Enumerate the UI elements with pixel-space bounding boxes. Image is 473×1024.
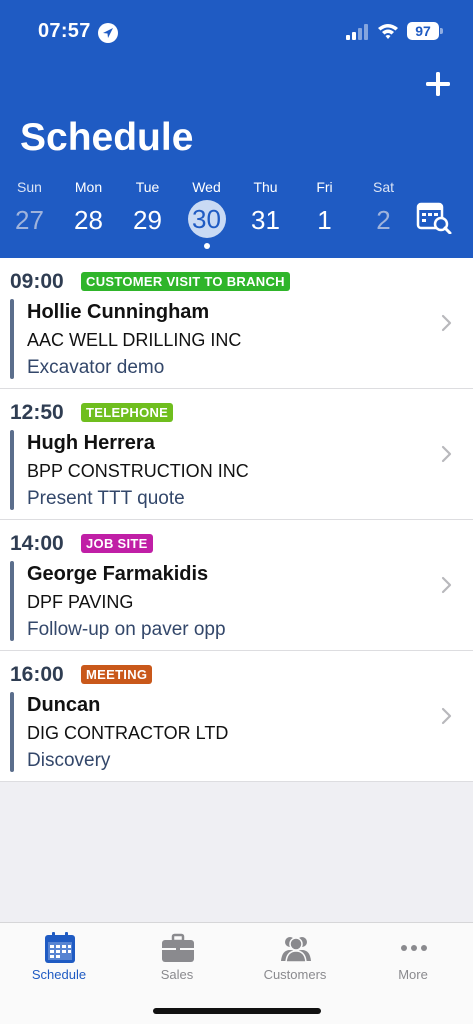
calendar-search-icon[interactable] [416,202,452,234]
tab-schedule[interactable]: Schedule [0,923,118,993]
status-time: 07:57 [38,20,91,42]
battery-nub [440,28,443,34]
appointment-bar [10,430,14,510]
appointment-contact: Duncan [27,694,101,716]
status-bar: 07:57 97 [0,0,473,64]
add-appointment-button[interactable] [420,66,456,102]
day-name: Sat [372,179,394,195]
appointment-list: 09:00 CUSTOMER VISIT TO BRANCH Hollie Cunn… [0,258,473,782]
location-arrow-icon [98,23,118,43]
appointment-item[interactable]: 12:50 TELEPHONE Hugh Herrera BPP CONSTRUCTI… [0,389,473,520]
appointment-contact: Hollie Cunningham [27,301,210,323]
tab-label: Sales [160,967,194,982]
chevron-right-icon [441,445,452,463]
day-name: Mon [74,179,103,195]
day-fri[interactable]: Fri 1 [295,176,354,258]
appointment-time: 12:50 [10,401,64,424]
appointment-item[interactable]: 16:00 MEETING Duncan DIG CONTRACTOR LTD Disc… [0,651,473,782]
appointment-time: 16:00 [10,663,64,686]
appointment-bar [10,692,14,772]
people-icon [281,937,311,963]
appointment-bar [10,561,14,641]
day-number: 27 [15,205,44,235]
appointment-type-badge: MEETING [81,665,153,684]
appointment-item[interactable]: 09:00 CUSTOMER VISIT TO BRANCH Hollie Cunn… [0,258,473,389]
appointment-contact: George Farmakidis [27,563,209,585]
tab-label: Customers [263,967,327,982]
day-name: Wed [192,179,221,195]
appointment-company: BPP CONSTRUCTION INC [27,461,249,481]
battery-level: 97 [407,22,439,40]
day-sun[interactable]: Sun 27 [0,176,59,258]
cellular-signal-icon [346,24,368,40]
tab-customers[interactable]: Customers [236,923,354,993]
appointment-time: 09:00 [10,270,64,293]
appointment-company: DIG CONTRACTOR LTD [27,723,229,743]
tab-label: More [398,967,428,982]
appointment-type-badge: TELEPHONE [81,403,174,422]
home-indicator [153,1008,321,1014]
chevron-right-icon [441,707,452,725]
chevron-right-icon [441,314,452,332]
tab-label: Schedule [31,967,87,982]
appointment-company: DPF PAVING [27,592,134,612]
appointment-note: Discovery [27,750,111,771]
day-name: Thu [253,179,278,195]
day-name: Tue [135,179,160,195]
day-number: 2 [376,205,391,235]
day-number: 28 [74,205,103,235]
appointment-note: Follow-up on paver opp [27,619,226,640]
day-name: Sun [17,179,42,195]
more-dots-icon [401,945,427,951]
appointment-contact: Hugh Herrera [27,432,155,454]
page-title: Schedule [20,116,194,159]
day-number: 29 [133,205,162,235]
appointment-note: Excavator demo [27,357,165,378]
chevron-right-icon [441,576,452,594]
appointment-note: Present TTT quote [27,488,185,509]
tab-sales[interactable]: Sales [118,923,236,993]
appointment-bar [10,299,14,379]
appointment-item[interactable]: 14:00 JOB SITE George Farmakidis DPF PAVING… [0,520,473,651]
day-thu[interactable]: Thu 31 [236,176,295,258]
day-sat[interactable]: Sat 2 [354,176,413,258]
appointment-company: AAC WELL DRILLING INC [27,330,242,350]
day-wed[interactable]: Wed 30 [177,176,236,258]
day-tue[interactable]: Tue 29 [118,176,177,258]
events-dot [204,243,210,249]
briefcase-icon [162,933,194,962]
appointment-type-badge: CUSTOMER VISIT TO BRANCH [81,272,290,291]
day-number: 31 [251,205,280,235]
calendar-icon [45,932,75,963]
day-number: 1 [317,205,332,235]
day-number: 30 [187,200,226,238]
tab-more[interactable]: More [354,923,472,993]
header: 07:57 97 Schedule Sun 27 Mon 28 Tue 29 Wed 30 Th… [0,0,473,258]
week-strip: Sun 27 Mon 28 Tue 29 Wed 30 Thu 31 Fri 1 Sat 2 [0,176,473,258]
day-name: Fri [316,179,333,195]
day-mon[interactable]: Mon 28 [59,176,118,258]
appointment-time: 14:00 [10,532,64,555]
appointment-type-badge: JOB SITE [81,534,153,553]
wifi-icon [378,24,398,39]
